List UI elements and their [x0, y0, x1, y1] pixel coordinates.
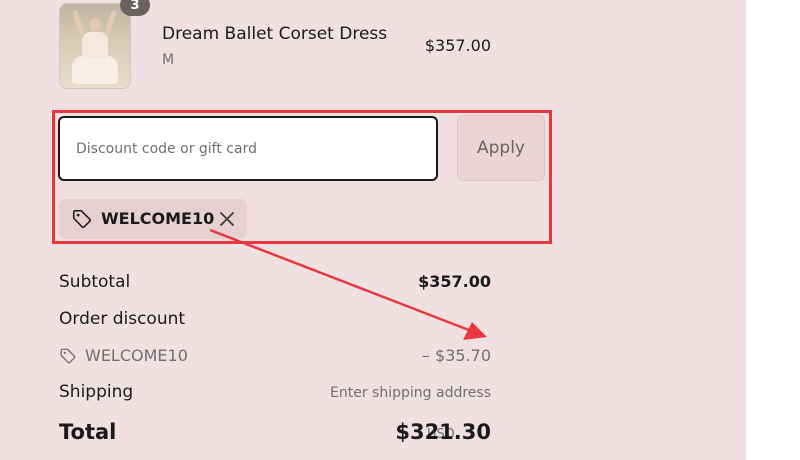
subtotal-label: Subtotal	[59, 272, 131, 292]
product-thumbnail	[59, 3, 131, 89]
shipping-label: Shipping	[59, 382, 134, 402]
product-variant: M	[162, 52, 175, 68]
order-discount-label: Order discount	[59, 309, 186, 329]
product-title: Dream Ballet Corset Dress	[162, 24, 388, 44]
annotation-highlight-box	[52, 110, 552, 244]
shipping-value: Enter shipping address	[330, 385, 491, 401]
total-label: Total	[59, 420, 117, 444]
discount-line-code: WELCOME10	[85, 346, 188, 365]
total-value: $321.30	[395, 420, 491, 444]
product-price: $357.00	[424, 36, 491, 55]
discount-amount: – $35.70	[421, 346, 491, 365]
subtotal-value: $357.00	[418, 272, 491, 291]
tag-icon	[60, 348, 76, 364]
quantity-badge: 3	[120, 0, 150, 16]
